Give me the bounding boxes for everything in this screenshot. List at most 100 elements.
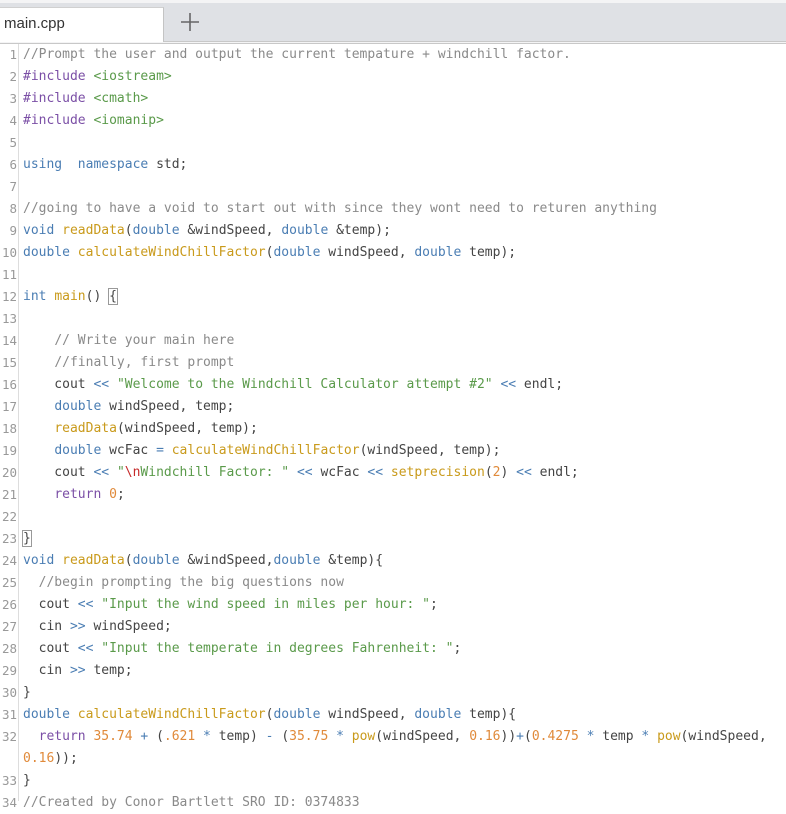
code-line[interactable]: 8 //going to have a void to start out wit… (0, 198, 786, 220)
code-token: pow (657, 729, 681, 744)
code-token: double (132, 553, 180, 568)
code-token: "Input the wind speed in miles per hour:… (101, 597, 431, 612)
code-text: double calculateWindChillFactor(double w… (23, 704, 516, 726)
line-number: 27 (1, 619, 17, 634)
code-line[interactable]: 19 double wcFac = calculateWindChillFact… (0, 440, 786, 462)
code-line[interactable]: 32 return 35.74 + (.621 * temp) - (35.75… (0, 726, 786, 748)
code-line[interactable]: 15 //finally, first prompt (0, 352, 786, 374)
code-line[interactable]: 34 //Created by Conor Bartlett SRO ID: 03… (0, 792, 786, 814)
line-number: 6 (9, 157, 17, 172)
code-token: ( (148, 729, 164, 744)
code-token: temp; (85, 663, 133, 678)
code-token: cout (23, 465, 94, 480)
line-number: 14 (1, 333, 17, 348)
code-editor[interactable]: 1 //Prompt the user and output the curren… (0, 43, 786, 810)
code-line[interactable]: 5 (0, 132, 786, 154)
code-line[interactable]: 9 void readData(double &windSpeed, double… (0, 220, 786, 242)
line-number: 21 (1, 487, 17, 502)
code-line[interactable]: 14 // Write your main here (0, 330, 786, 352)
code-line[interactable]: 3 #include <cmath> (0, 88, 786, 110)
code-token: ( (124, 553, 133, 568)
code-line[interactable]: 11 (0, 264, 786, 286)
line-number: 34 (1, 795, 17, 810)
line-number: 10 (1, 245, 17, 260)
code-token: double (132, 223, 180, 238)
code-line[interactable]: 22 (0, 506, 786, 528)
code-line[interactable]: 30} (0, 682, 786, 704)
code-line[interactable]: 21 return 0; (0, 484, 786, 506)
code-line[interactable]: 12 int main() { (0, 286, 786, 308)
code-token: << (77, 597, 94, 612)
line-number: 17 (1, 399, 17, 414)
code-line[interactable]: 16 cout << "Welcome to the Windchill Cal… (0, 374, 786, 396)
code-text: readData(windSpeed, temp); (23, 418, 258, 440)
code-line[interactable]: 17 double windSpeed, temp; (0, 396, 786, 418)
code-line[interactable]: 26 cout << "Input the wind speed in mile… (0, 594, 786, 616)
code-line[interactable]: 2 #include <iostream> (0, 66, 786, 88)
code-token: << (500, 377, 517, 392)
code-text: double calculateWindChillFactor(double w… (23, 242, 516, 264)
add-tab-button[interactable] (176, 8, 204, 36)
code-token: wcFac (312, 465, 368, 480)
line-number: 30 (1, 685, 17, 700)
code-line[interactable]: 31 double calculateWindChillFactor(double… (0, 704, 786, 726)
line-number: 18 (1, 421, 17, 436)
line-number: 32 (1, 729, 17, 744)
code-token: windSpeed; (85, 619, 172, 634)
code-line[interactable]: 0.16)); (0, 748, 786, 770)
line-number: 9 (9, 223, 17, 238)
code-token: 0.16 (469, 729, 501, 744)
code-token: * (336, 729, 344, 744)
code-token: double (414, 245, 462, 260)
plus-icon (181, 13, 199, 31)
code-token: ( (124, 223, 133, 238)
code-line[interactable]: 29 cin >> temp; (0, 660, 786, 682)
code-line[interactable]: 6 using namespace std; (0, 154, 786, 176)
code-line[interactable]: 18 readData(windSpeed, temp); (0, 418, 786, 440)
code-token: - (265, 729, 274, 744)
code-token: cout (23, 641, 78, 656)
code-line[interactable]: 4 #include <iomanip> (0, 110, 786, 132)
line-number: 31 (1, 707, 17, 722)
code-line[interactable]: 7 (0, 176, 786, 198)
code-text: //begin prompting the big questions now (23, 572, 344, 594)
line-number: 4 (9, 113, 17, 128)
code-text: cin >> windSpeed; (23, 616, 172, 638)
code-token: &temp){ (320, 553, 384, 568)
tab-main-cpp[interactable]: main.cpp (0, 7, 164, 42)
code-token: double (273, 553, 321, 568)
code-line[interactable]: 28 cout << "Input the temperate in degre… (0, 638, 786, 660)
code-line[interactable]: 1 //Prompt the user and output the curren… (0, 44, 786, 66)
code-token: #include (23, 69, 94, 84)
line-number: 19 (1, 443, 17, 458)
code-line[interactable]: 25 //begin prompting the big questions n… (0, 572, 786, 594)
code-line[interactable]: 10 double calculateWindChillFactor(double… (0, 242, 786, 264)
code-line[interactable]: 33} (0, 770, 786, 792)
code-token: = (156, 443, 164, 458)
code-line[interactable]: 13 (0, 308, 786, 330)
code-line[interactable]: 23} (0, 528, 786, 550)
code-text: cout << "Input the temperate in degrees … (23, 638, 462, 660)
code-text: double wcFac = calculateWindChillFactor(… (23, 440, 500, 462)
code-token: ( (523, 729, 532, 744)
code-line[interactable]: 20 cout << "\nWindchill Factor: " << wcF… (0, 462, 786, 484)
code-token: main (54, 289, 86, 304)
code-token: << (296, 465, 313, 480)
code-token: << (93, 377, 110, 392)
code-text: } (23, 770, 31, 792)
code-line[interactable]: 24 void readData(double &windSpeed,double… (0, 550, 786, 572)
code-token: calculateWindChillFactor (171, 443, 360, 458)
code-token: Windchill Factor: " (140, 465, 290, 480)
code-token: &windSpeed, (179, 553, 274, 568)
code-token: setprecision (390, 465, 485, 480)
line-number: 13 (1, 311, 17, 326)
code-line[interactable]: 27 cin >> windSpeed; (0, 616, 786, 638)
code-token: #include (23, 91, 94, 106)
